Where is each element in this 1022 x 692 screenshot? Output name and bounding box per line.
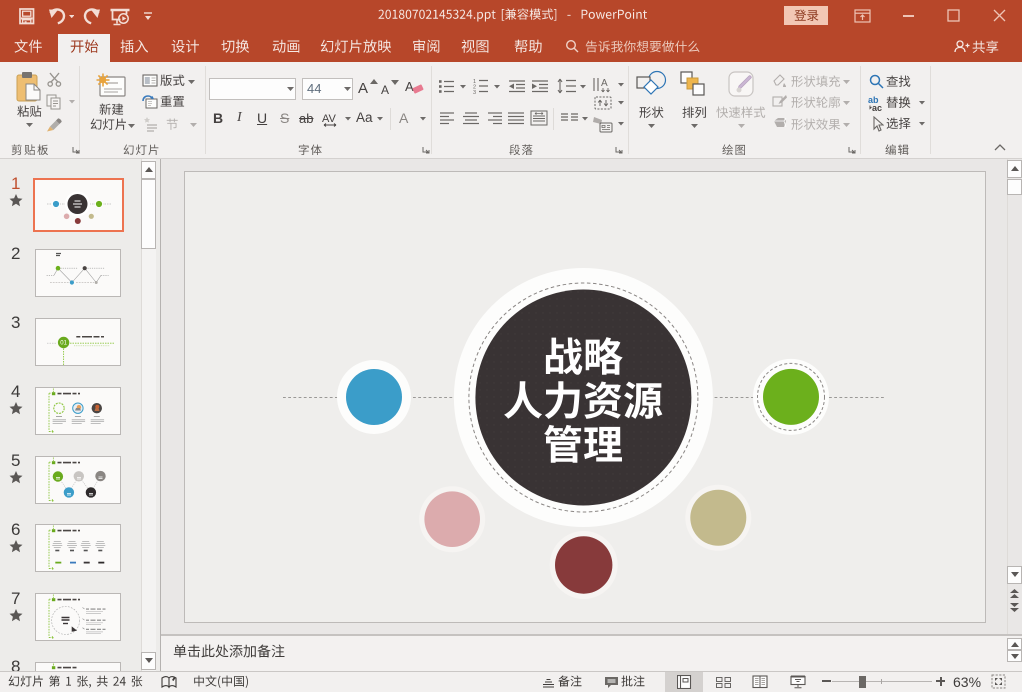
svg-text:01: 01: [60, 341, 67, 347]
svg-text:ac: ac: [872, 103, 882, 111]
svg-text:A: A: [601, 78, 608, 89]
svg-text:3: 3: [473, 90, 476, 94]
